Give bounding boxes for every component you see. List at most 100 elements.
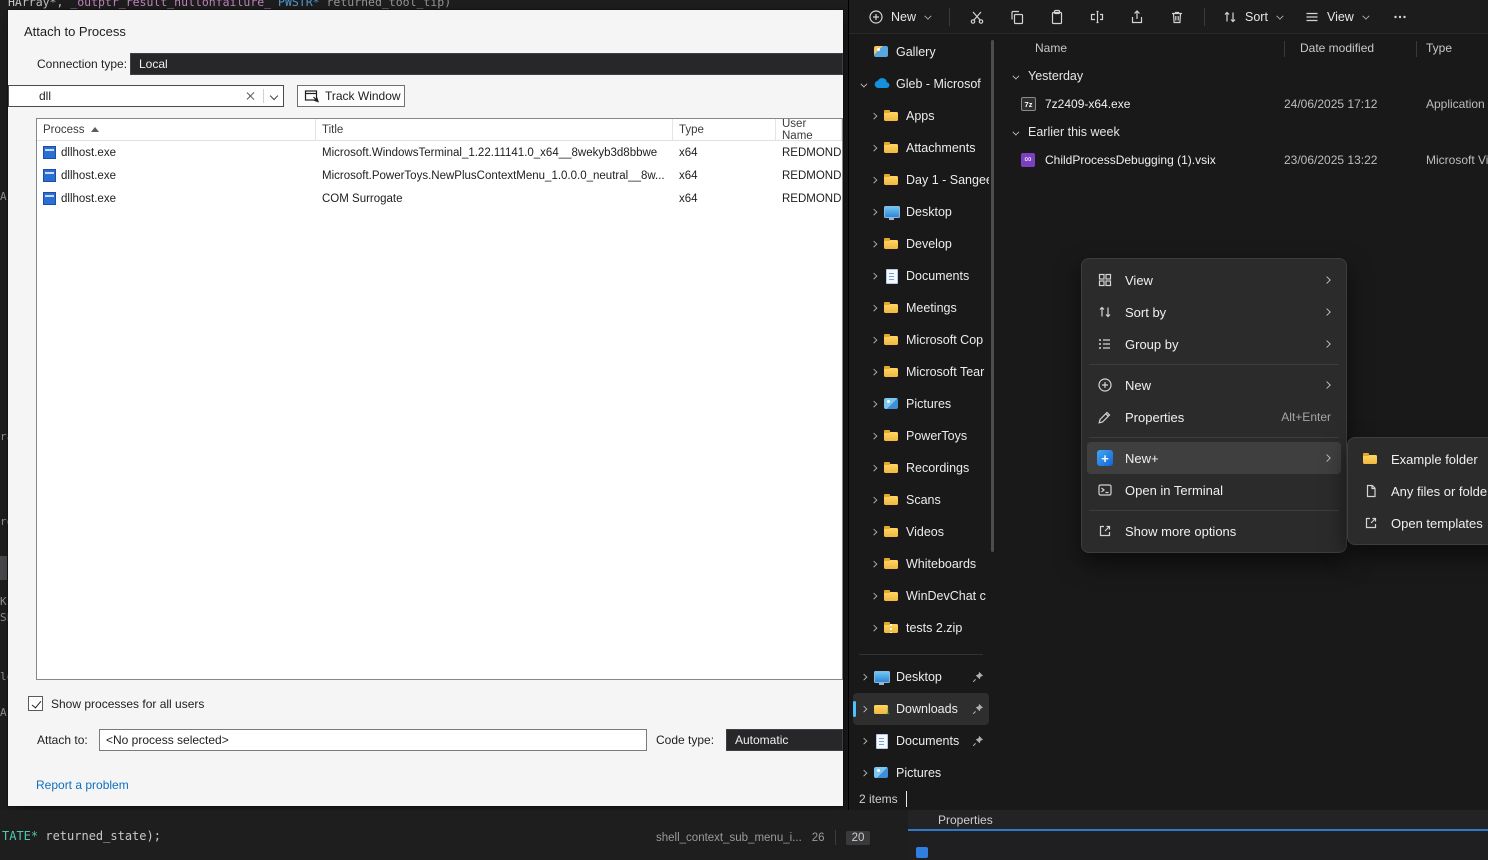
chevron-right-icon[interactable] <box>870 560 877 567</box>
chevron-right-icon[interactable] <box>870 496 877 503</box>
sidebar-item-downloads-pinned[interactable]: Downloads <box>853 693 989 725</box>
sidebar-item-onedrive[interactable]: Gleb - Microsof <box>853 68 989 100</box>
sidebar-item[interactable]: Desktop <box>853 196 989 228</box>
chevron-right-icon[interactable] <box>870 400 877 407</box>
sidebar-scrollbar[interactable] <box>991 40 994 552</box>
context-menu-item-new-plus[interactable]: New+ <box>1087 442 1341 474</box>
connection-type-combobox[interactable]: Local <box>130 53 843 75</box>
chevron-right-icon[interactable] <box>870 592 877 599</box>
process-row[interactable]: dllhost.exe Microsoft.WindowsTerminal_1.… <box>37 141 842 164</box>
chevron-right-icon[interactable] <box>870 336 877 343</box>
submenu-item-open-templates[interactable]: Open templates <box>1353 507 1488 539</box>
sort-button[interactable]: Sort <box>1213 4 1293 30</box>
cut-button[interactable] <box>958 4 996 30</box>
more-options-button[interactable] <box>1381 4 1419 30</box>
column-divider[interactable] <box>1416 41 1417 57</box>
chevron-right-icon[interactable] <box>870 240 877 247</box>
context-menu-item-properties[interactable]: Properties Alt+Enter <box>1087 401 1341 433</box>
sidebar-item[interactable]: Videos <box>853 516 989 548</box>
track-window-button[interactable]: Track Window <box>297 85 405 107</box>
code-type-combobox[interactable]: Automatic <box>726 729 843 751</box>
file-row-7z[interactable]: 7z2409-x64.exe 24/06/2025 17:12 Applicat… <box>1001 90 1488 118</box>
sidebar-item-pictures-pinned[interactable]: Pictures <box>853 757 989 788</box>
chevron-right-icon[interactable] <box>870 272 877 279</box>
chevron-right-icon[interactable] <box>870 464 877 471</box>
chevron-right-icon[interactable] <box>860 705 867 712</box>
sidebar-item[interactable]: Recordings <box>853 452 989 484</box>
chevron-right-icon[interactable] <box>860 769 867 776</box>
sidebar-item[interactable]: Microsoft Tear <box>853 356 989 388</box>
chevron-right-icon[interactable] <box>870 432 877 439</box>
sidebar-item[interactable]: Documents <box>853 260 989 292</box>
sidebar-item[interactable]: PowerToys <box>853 420 989 452</box>
chevron-right-icon[interactable] <box>870 176 877 183</box>
sidebar-item[interactable]: Meetings <box>853 292 989 324</box>
column-header-type[interactable]: Type <box>1426 41 1452 55</box>
share-button[interactable] <box>1118 4 1156 30</box>
rename-icon <box>1089 9 1105 25</box>
chevron-right-icon[interactable] <box>870 208 877 215</box>
view-button[interactable]: View <box>1295 4 1379 30</box>
chevron-right-icon[interactable] <box>870 112 877 119</box>
new-button[interactable]: New <box>859 4 941 30</box>
show-all-users-checkbox[interactable] <box>28 696 43 711</box>
chevron-right-icon[interactable] <box>870 144 877 151</box>
column-header-process[interactable]: Process <box>37 119 316 140</box>
sidebar-item[interactable]: tests 2.zip <box>853 612 989 644</box>
context-menu-item-group-by[interactable]: Group by <box>1087 328 1341 360</box>
attach-to-input[interactable] <box>99 729 647 751</box>
clear-filter-icon[interactable] <box>245 91 255 101</box>
items-count: 2 items <box>859 792 898 806</box>
chevron-right-icon[interactable] <box>870 304 877 311</box>
delete-button[interactable] <box>1158 4 1196 30</box>
group-header-earlier-this-week[interactable]: Earlier this week <box>1001 118 1488 146</box>
process-row[interactable]: dllhost.exe COM Surrogate x64 REDMOND <box>37 187 842 210</box>
process-filter-input[interactable] <box>9 86 245 106</box>
column-divider[interactable] <box>1284 41 1285 57</box>
sidebar-item[interactable]: Day 1 - Sangee <box>853 164 989 196</box>
chevron-down-icon[interactable] <box>1012 72 1019 79</box>
folder-icon <box>883 332 901 348</box>
context-menu-item-show-more-options[interactable]: Show more options <box>1087 515 1341 547</box>
paste-button[interactable] <box>1038 4 1076 30</box>
chevron-right-icon[interactable] <box>860 737 867 744</box>
sidebar-item[interactable]: Attachments <box>853 132 989 164</box>
filter-dropdown-chevron-icon[interactable] <box>269 92 278 101</box>
sidebar-item[interactable]: Pictures <box>853 388 989 420</box>
column-header-title[interactable]: Title <box>316 119 673 140</box>
file-row-vsix[interactable]: ChildProcessDebugging (1).vsix 23/06/202… <box>1001 146 1488 174</box>
sidebar-item[interactable]: Apps <box>853 100 989 132</box>
chevron-right-icon[interactable] <box>870 368 877 375</box>
context-menu-item-open-in-terminal[interactable]: Open in Terminal <box>1087 474 1341 506</box>
copy-button[interactable] <box>998 4 1036 30</box>
sidebar-item[interactable]: WinDevChat c <box>853 580 989 612</box>
group-header-yesterday[interactable]: Yesterday <box>1001 62 1488 90</box>
sidebar-item-label: Day 1 - Sangee <box>906 173 989 187</box>
submenu-item-example-folder[interactable]: Example folder <box>1353 443 1488 475</box>
sidebar-item-documents-pinned[interactable]: Documents <box>853 725 989 757</box>
chevron-right-icon[interactable] <box>870 528 877 535</box>
chevron-down-icon[interactable] <box>860 80 867 87</box>
pane-divider[interactable] <box>906 791 908 807</box>
sidebar-item-desktop-pinned[interactable]: Desktop <box>853 661 989 693</box>
sidebar-item[interactable]: Microsoft Cop <box>853 324 989 356</box>
sidebar-item[interactable]: Develop <box>853 228 989 260</box>
context-menu-item-new[interactable]: New <box>1087 369 1341 401</box>
column-header-date-modified[interactable]: Date modified <box>1300 41 1374 55</box>
report-a-problem-link[interactable]: Report a problem <box>36 778 129 792</box>
chevron-right-icon[interactable] <box>870 624 877 631</box>
toolbar-divider <box>1204 8 1205 26</box>
rename-button[interactable] <box>1078 4 1116 30</box>
submenu-item-any-files[interactable]: Any files or folde <box>1353 475 1488 507</box>
column-header-name[interactable]: Name <box>1035 41 1067 55</box>
sidebar-item[interactable]: Scans <box>853 484 989 516</box>
column-header-user[interactable]: User Name <box>776 119 842 140</box>
context-menu-item-view[interactable]: View <box>1087 264 1341 296</box>
sidebar-item[interactable]: Whiteboards <box>853 548 989 580</box>
sidebar-item-gallery[interactable]: Gallery <box>853 36 989 68</box>
chevron-down-icon[interactable] <box>1012 128 1019 135</box>
column-header-type[interactable]: Type <box>673 119 776 140</box>
process-row[interactable]: dllhost.exe Microsoft.PowerToys.NewPlusC… <box>37 164 842 187</box>
context-menu-item-sort-by[interactable]: Sort by <box>1087 296 1341 328</box>
chevron-right-icon[interactable] <box>860 673 867 680</box>
